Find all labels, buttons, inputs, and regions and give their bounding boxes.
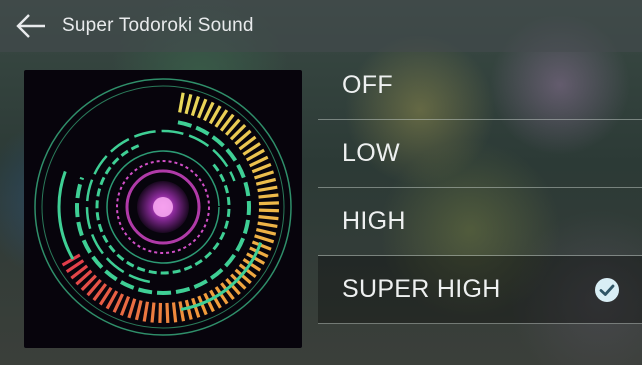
option-high[interactable]: HIGH	[318, 188, 642, 256]
option-off[interactable]: OFF	[318, 52, 642, 120]
back-button[interactable]	[0, 0, 62, 52]
checkmark-icon	[595, 277, 619, 302]
option-low[interactable]: LOW	[318, 120, 642, 188]
page-title: Super Todoroki Sound	[62, 15, 254, 36]
teal-arc	[57, 170, 75, 260]
option-label: HIGH	[342, 207, 406, 235]
option-super-high[interactable]: SUPER HIGH	[318, 256, 642, 324]
option-label: LOW	[342, 139, 400, 167]
sound-visualizer-image	[24, 70, 302, 348]
option-label: SUPER HIGH	[342, 275, 501, 303]
option-label: OFF	[342, 71, 393, 99]
app-screen: Super Todoroki Sound OFF LOW HIGH SUPER …	[0, 0, 642, 365]
arrow-left-icon	[16, 14, 45, 38]
core-center	[153, 197, 173, 217]
top-bar: Super Todoroki Sound	[0, 0, 642, 52]
sound-level-list: OFF LOW HIGH SUPER HIGH	[318, 52, 642, 324]
